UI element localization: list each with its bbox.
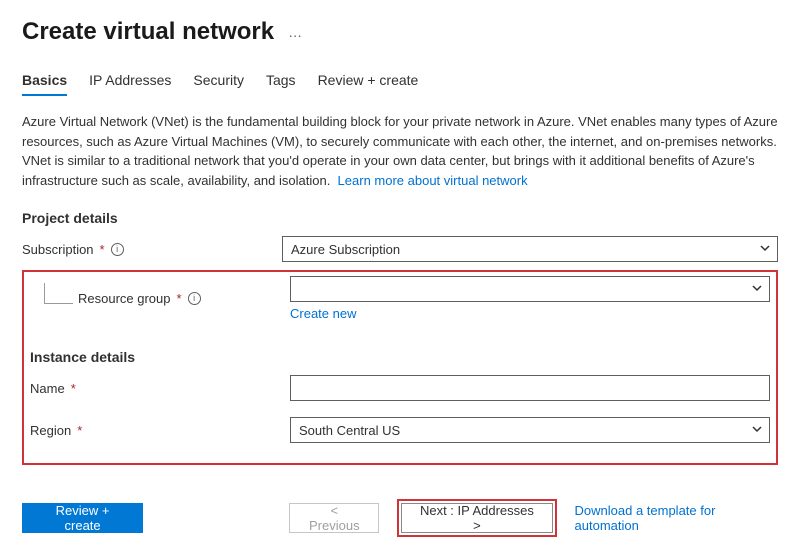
- required-mark: *: [71, 381, 76, 396]
- instance-details-heading: Instance details: [30, 349, 770, 365]
- chevron-down-icon: [751, 423, 763, 438]
- resource-group-select[interactable]: [290, 276, 770, 302]
- region-value: South Central US: [299, 423, 400, 438]
- resource-group-label: Resource group: [78, 291, 171, 306]
- learn-more-link[interactable]: Learn more about virtual network: [338, 173, 528, 188]
- download-template-link[interactable]: Download a template for automation: [575, 503, 778, 533]
- tab-ip-addresses[interactable]: IP Addresses: [89, 72, 171, 96]
- wizard-tabs: Basics IP Addresses Security Tags Review…: [22, 72, 778, 96]
- name-input[interactable]: [290, 375, 770, 401]
- name-label: Name: [30, 381, 65, 396]
- page-title: Create virtual network: [22, 18, 274, 46]
- region-label: Region: [30, 423, 71, 438]
- info-icon[interactable]: i: [188, 292, 201, 305]
- tab-review-create[interactable]: Review + create: [318, 72, 419, 96]
- wizard-footer: Review + create < Previous Next : IP Add…: [22, 499, 778, 537]
- required-mark: *: [77, 423, 82, 438]
- create-new-link[interactable]: Create new: [290, 306, 356, 321]
- tab-basics[interactable]: Basics: [22, 72, 67, 96]
- review-create-button[interactable]: Review + create: [22, 503, 143, 533]
- chevron-down-icon: [751, 282, 763, 297]
- required-mark: *: [177, 291, 182, 306]
- tab-tags[interactable]: Tags: [266, 72, 296, 96]
- highlighted-button-wrap: Next : IP Addresses >: [397, 499, 556, 537]
- vnet-description: Azure Virtual Network (VNet) is the fund…: [22, 112, 778, 190]
- highlighted-region: Resource group * i Create new Instance d…: [22, 270, 778, 465]
- info-icon[interactable]: i: [111, 243, 124, 256]
- subscription-label: Subscription: [22, 242, 94, 257]
- region-select[interactable]: South Central US: [290, 417, 770, 443]
- project-details-heading: Project details: [22, 210, 778, 226]
- more-actions-button[interactable]: …: [288, 24, 303, 40]
- next-button[interactable]: Next : IP Addresses >: [401, 503, 552, 533]
- required-mark: *: [100, 242, 105, 257]
- previous-button: < Previous: [289, 503, 379, 533]
- chevron-down-icon: [759, 242, 771, 257]
- subscription-select[interactable]: Azure Subscription: [282, 236, 778, 262]
- subscription-value: Azure Subscription: [291, 242, 400, 257]
- tab-security[interactable]: Security: [193, 72, 244, 96]
